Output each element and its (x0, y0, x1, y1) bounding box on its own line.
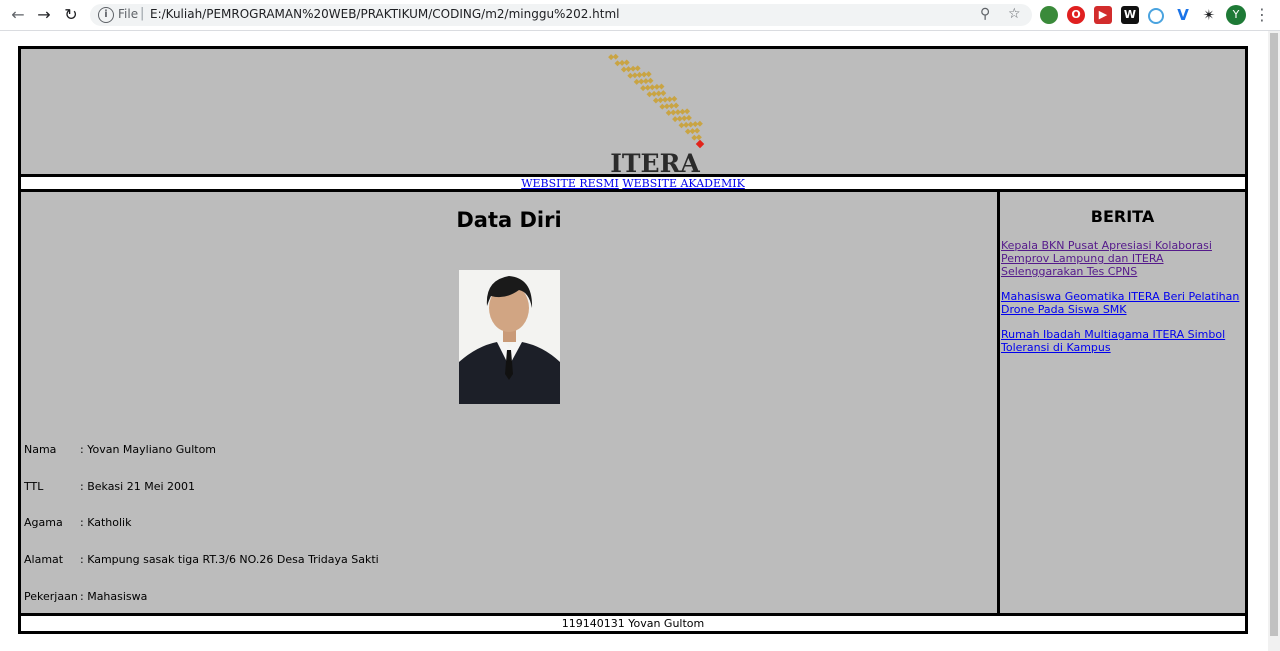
extension-opera-icon[interactable]: O (1067, 6, 1085, 24)
news-link-ibadah[interactable]: Rumah Ibadah Multiagama ITERA Simbol Tol… (1001, 328, 1225, 354)
url-text[interactable]: E:/Kuliah/PEMROGRAMAN%20WEB/PRAKTIKUM/CO… (150, 7, 620, 21)
itera-logo: ITERA (608, 53, 705, 174)
news-sidebar: BERITA Kepala BKN Pusat Apresiasi Kolabo… (1000, 192, 1245, 613)
scheme-separator: | (140, 6, 145, 21)
extension-w-icon[interactable]: W (1121, 6, 1139, 24)
logo-text: ITERA (610, 149, 700, 174)
info-row-nama: Nama: Yovan Mayliano Gultom (24, 443, 217, 456)
news-link-drone[interactable]: Mahasiswa Geomatika ITERA Beri Pelatihan… (1001, 290, 1239, 316)
info-row-agama: Agama: Katholik (24, 516, 132, 529)
back-icon[interactable]: ← (8, 5, 28, 25)
zoom-icon[interactable]: ⚲ (980, 6, 990, 22)
forward-icon[interactable]: → (34, 5, 54, 25)
star-icon[interactable]: ☆ (1008, 6, 1021, 22)
extension-circle-icon[interactable] (1148, 8, 1164, 24)
extension-video-icon[interactable]: ▶ (1094, 6, 1112, 24)
scheme-label: File (118, 7, 139, 21)
info-row-alamat: Alamat: Kampung sasak tiga RT.3/6 NO.26 … (24, 553, 379, 566)
page-title: Data Diri (456, 208, 562, 232)
info-row-pekerjaan: Pekerjaan: Mahasiswa (24, 590, 148, 603)
profile-photo (459, 270, 560, 404)
scrollbar-thumb[interactable] (1270, 33, 1278, 636)
extension-v-icon[interactable]: V (1174, 6, 1192, 24)
profile-avatar[interactable]: Y (1226, 5, 1246, 25)
news-link-cpns[interactable]: Kepala BKN Pusat Apresiasi Kolaborasi Pe… (1001, 239, 1212, 278)
address-bar[interactable]: i File | E:/Kuliah/PEMROGRAMAN%20WEB/PRA… (90, 4, 1032, 26)
news-title: BERITA (1090, 207, 1155, 226)
news-item: Kepala BKN Pusat Apresiasi Kolaborasi Pe… (1001, 239, 1245, 278)
kebab-menu-icon[interactable]: ⋮ (1254, 5, 1270, 25)
extension-globe-icon[interactable] (1040, 6, 1058, 24)
info-row-ttl: TTL: Bekasi 21 Mei 2001 (24, 480, 196, 493)
main-content: Data Diri Nama: Yovan Mayliano Gultom TT… (21, 192, 997, 613)
reload-icon[interactable]: ↻ (61, 5, 81, 25)
browser-toolbar: ← → ↻ i File | E:/Kuliah/PEMROGRAMAN%20W… (0, 0, 1280, 31)
extensions-puzzle-icon[interactable]: ✴ (1200, 6, 1218, 24)
header-cell: ITERA (21, 49, 1245, 174)
info-icon[interactable]: i (98, 7, 114, 23)
nav-bar: WEBSITE RESMI WEBSITE AKADEMIK (21, 177, 1245, 190)
footer: 119140131 Yovan Gultom (21, 616, 1245, 631)
news-item: Mahasiswa Geomatika ITERA Beri Pelatihan… (1001, 290, 1245, 316)
news-item: Rumah Ibadah Multiagama ITERA Simbol Tol… (1001, 328, 1245, 354)
